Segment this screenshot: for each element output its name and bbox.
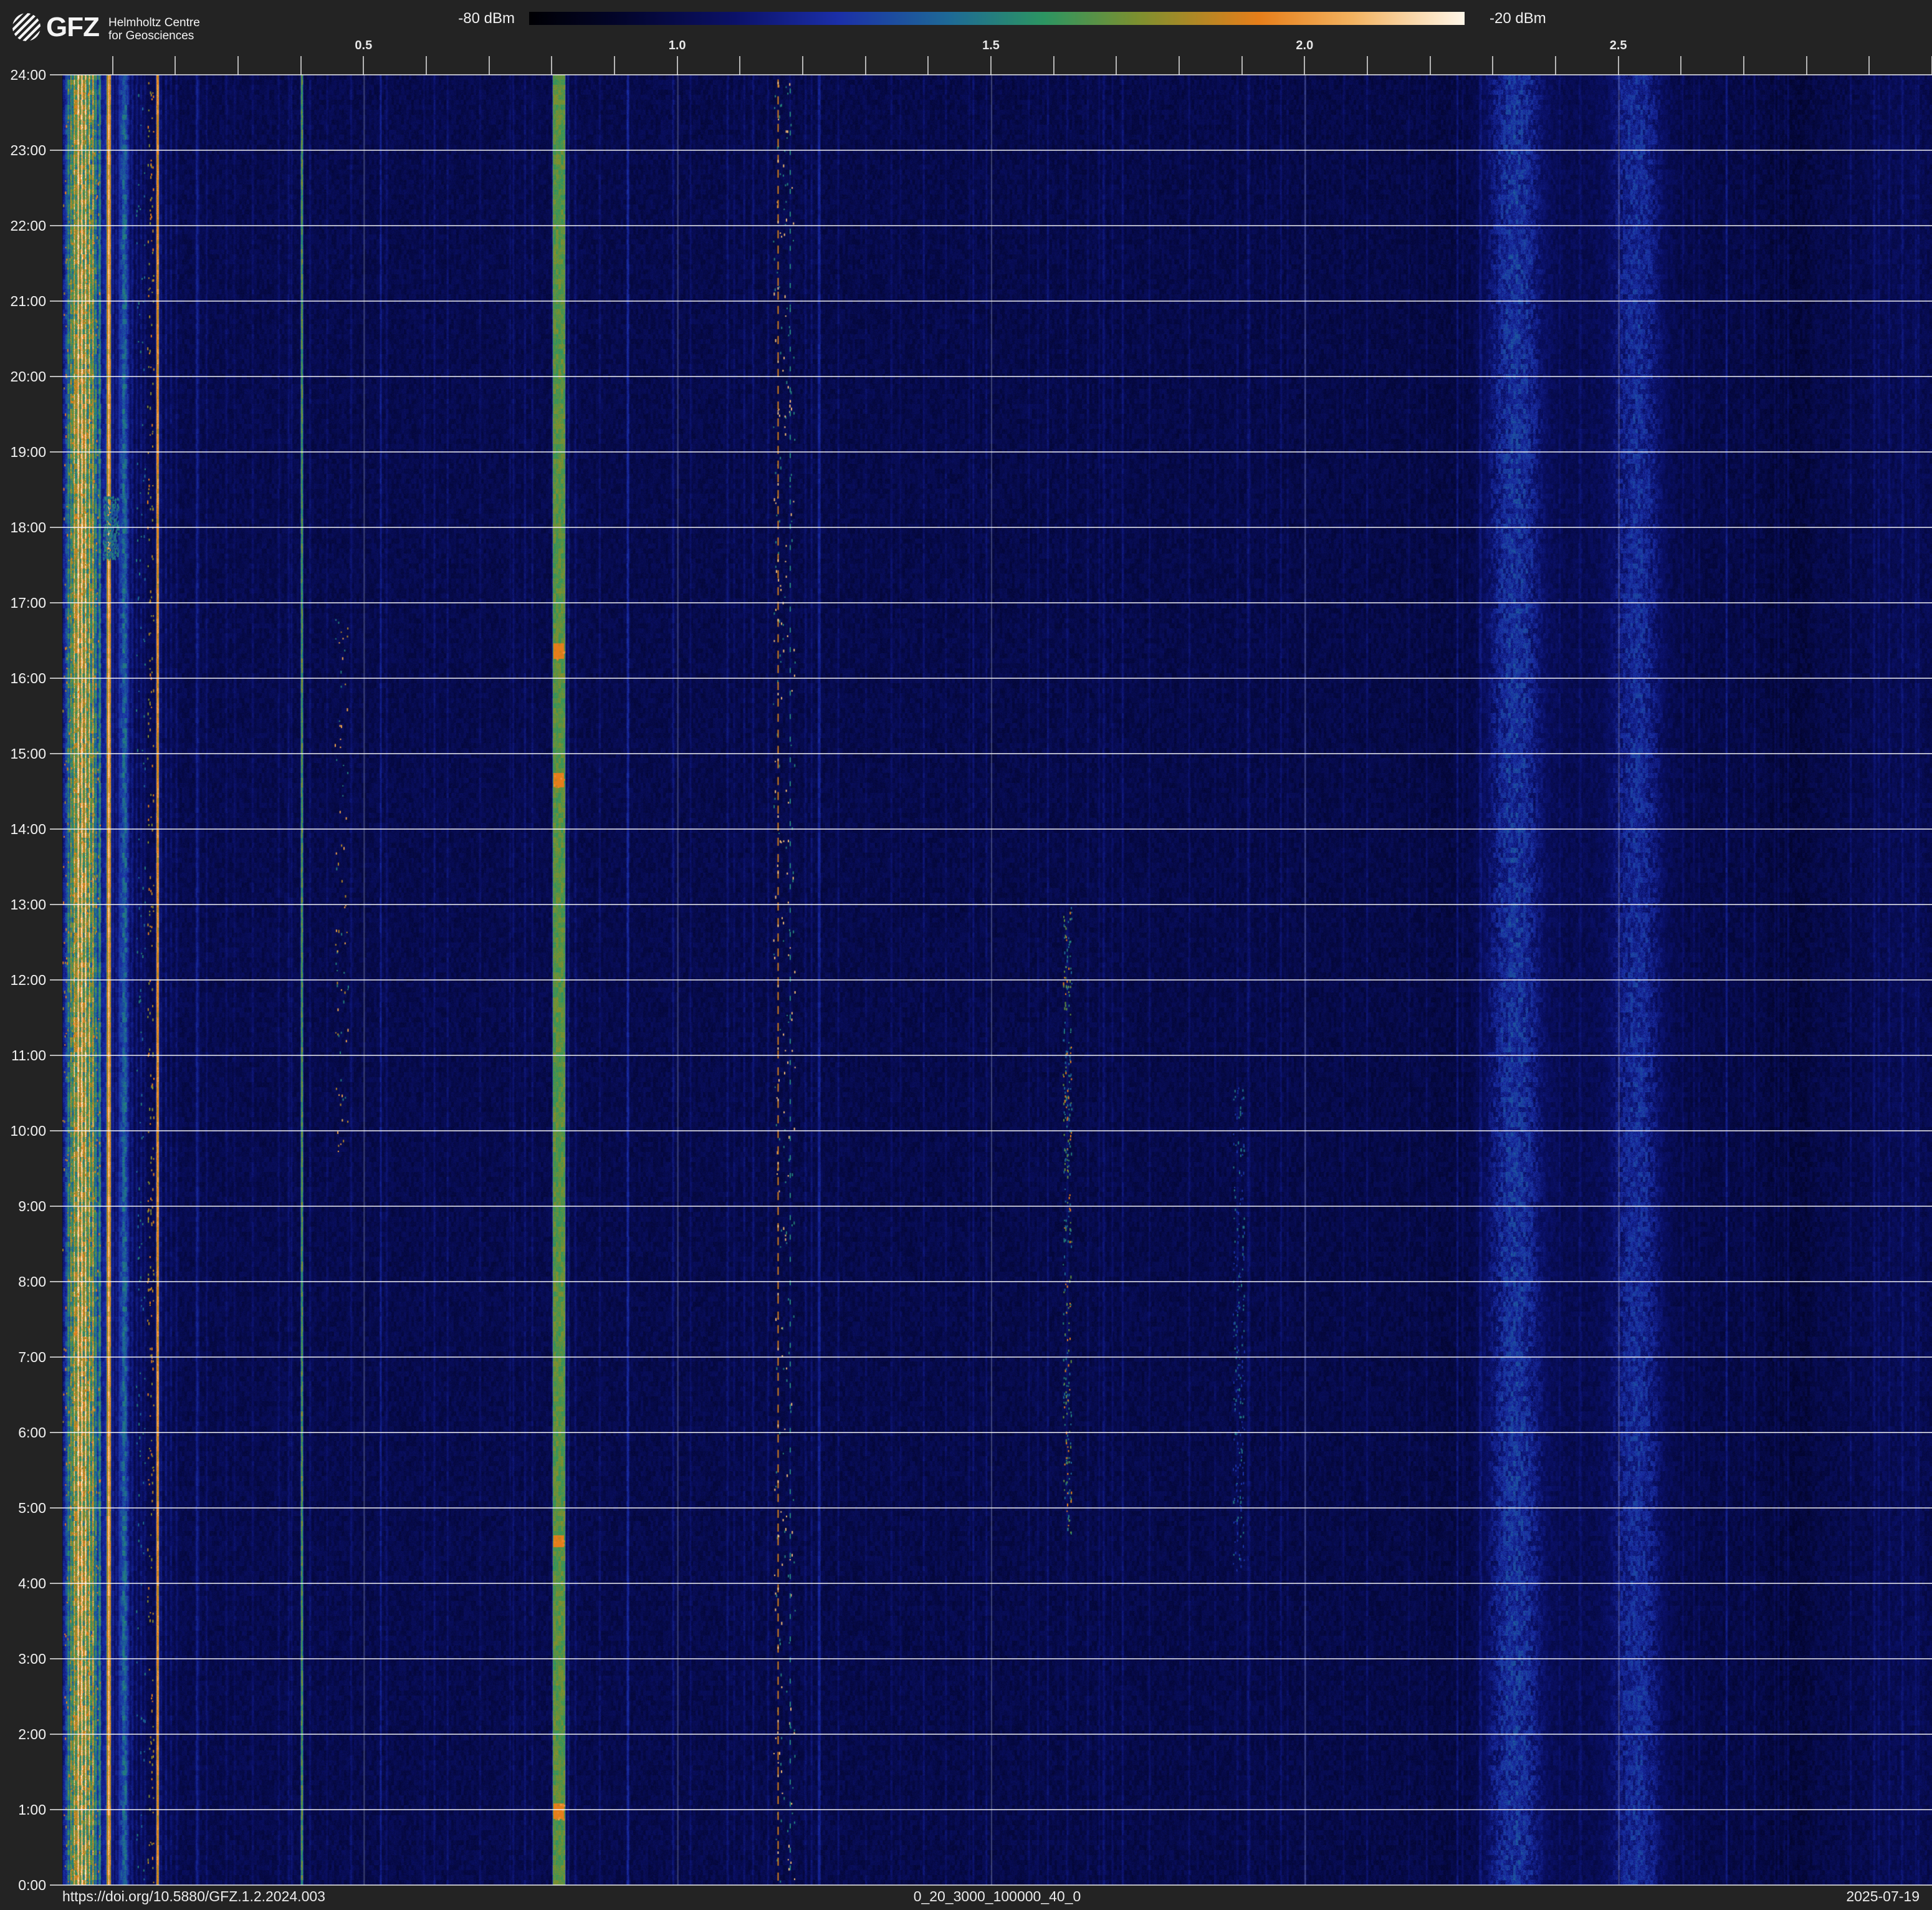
time-label: 12:00 <box>0 972 46 988</box>
time-label: 21:00 <box>0 293 46 309</box>
x-tick <box>551 56 552 75</box>
time-label: 22:00 <box>0 218 46 234</box>
x-tick <box>175 56 176 75</box>
x-tick <box>1116 56 1117 75</box>
logo-subtitle-line2: for Geosciences <box>108 29 194 42</box>
x-tick <box>927 56 929 75</box>
time-label: 6:00 <box>0 1424 46 1441</box>
x-tick-label: 1.5 <box>966 39 1016 53</box>
time-label: 8:00 <box>0 1274 46 1290</box>
x-tick <box>739 56 740 75</box>
x-tick <box>1868 56 1870 75</box>
time-label: 9:00 <box>0 1198 46 1214</box>
time-label: 16:00 <box>0 670 46 686</box>
x-tick <box>363 56 364 75</box>
x-tick <box>426 56 427 75</box>
x-tick <box>990 56 992 75</box>
x-tick <box>237 56 239 75</box>
time-label: 11:00 <box>0 1047 46 1063</box>
x-tick-label: 0.5 <box>338 39 388 53</box>
colorbar-gradient <box>529 12 1465 25</box>
time-label: 18:00 <box>0 519 46 535</box>
x-tick <box>1806 56 1807 75</box>
x-tick <box>489 56 490 75</box>
time-label: 13:00 <box>0 896 46 913</box>
x-tick <box>1430 56 1431 75</box>
x-tick <box>1053 56 1054 75</box>
x-tick <box>865 56 866 75</box>
time-label: 4:00 <box>0 1575 46 1591</box>
spectrogram-page: GFZ Helmholtz Centre for Geosciences -80… <box>0 0 1932 1910</box>
colorbar-max-label: -20 dBm <box>1490 12 1546 25</box>
doi-link[interactable]: https://doi.org/10.5880/GFZ.1.2.2024.003 <box>62 1888 325 1905</box>
x-tick <box>300 56 302 75</box>
x-tick <box>677 56 678 75</box>
x-tick-label: 1.0 <box>653 39 702 53</box>
x-tick <box>1492 56 1493 75</box>
time-label: 20:00 <box>0 368 46 385</box>
time-label: 0:00 <box>0 1877 46 1893</box>
time-label: 19:00 <box>0 444 46 460</box>
gfz-logo-icon <box>12 13 41 41</box>
x-tick <box>1304 56 1305 75</box>
time-label: 3:00 <box>0 1651 46 1667</box>
colorbar-min-label: -80 dBm <box>390 12 515 25</box>
spectrogram-canvas <box>62 75 1932 1885</box>
x-tick <box>802 56 803 75</box>
x-tick-label: 2.0 <box>1279 39 1329 53</box>
time-label: 17:00 <box>0 595 46 611</box>
time-label: 14:00 <box>0 821 46 837</box>
x-tick <box>614 56 615 75</box>
time-label: 5:00 <box>0 1500 46 1516</box>
x-tick <box>1743 56 1744 75</box>
logo-org-text: GFZ <box>46 12 99 43</box>
x-tick <box>1367 56 1368 75</box>
logo-subtitle: Helmholtz Centre for Geosciences <box>108 16 200 42</box>
x-tick-label: 2.5 <box>1594 39 1643 53</box>
x-tick <box>112 56 113 75</box>
time-label: 15:00 <box>0 746 46 762</box>
time-label: 23:00 <box>0 142 46 158</box>
x-tick <box>1555 56 1556 75</box>
x-tick <box>1618 56 1619 75</box>
filename-label: 0_20_3000_100000_40_0 <box>810 1888 1184 1905</box>
time-label: 1:00 <box>0 1802 46 1818</box>
x-tick <box>1241 56 1243 75</box>
x-tick <box>1179 56 1180 75</box>
time-label: 2:00 <box>0 1726 46 1742</box>
time-label: 24:00 <box>0 67 46 83</box>
time-label: 10:00 <box>0 1123 46 1139</box>
time-label: 7:00 <box>0 1349 46 1365</box>
date-label: 2025-07-19 <box>1846 1888 1920 1905</box>
x-tick <box>1680 56 1681 75</box>
logo-subtitle-line1: Helmholtz Centre <box>108 16 200 29</box>
